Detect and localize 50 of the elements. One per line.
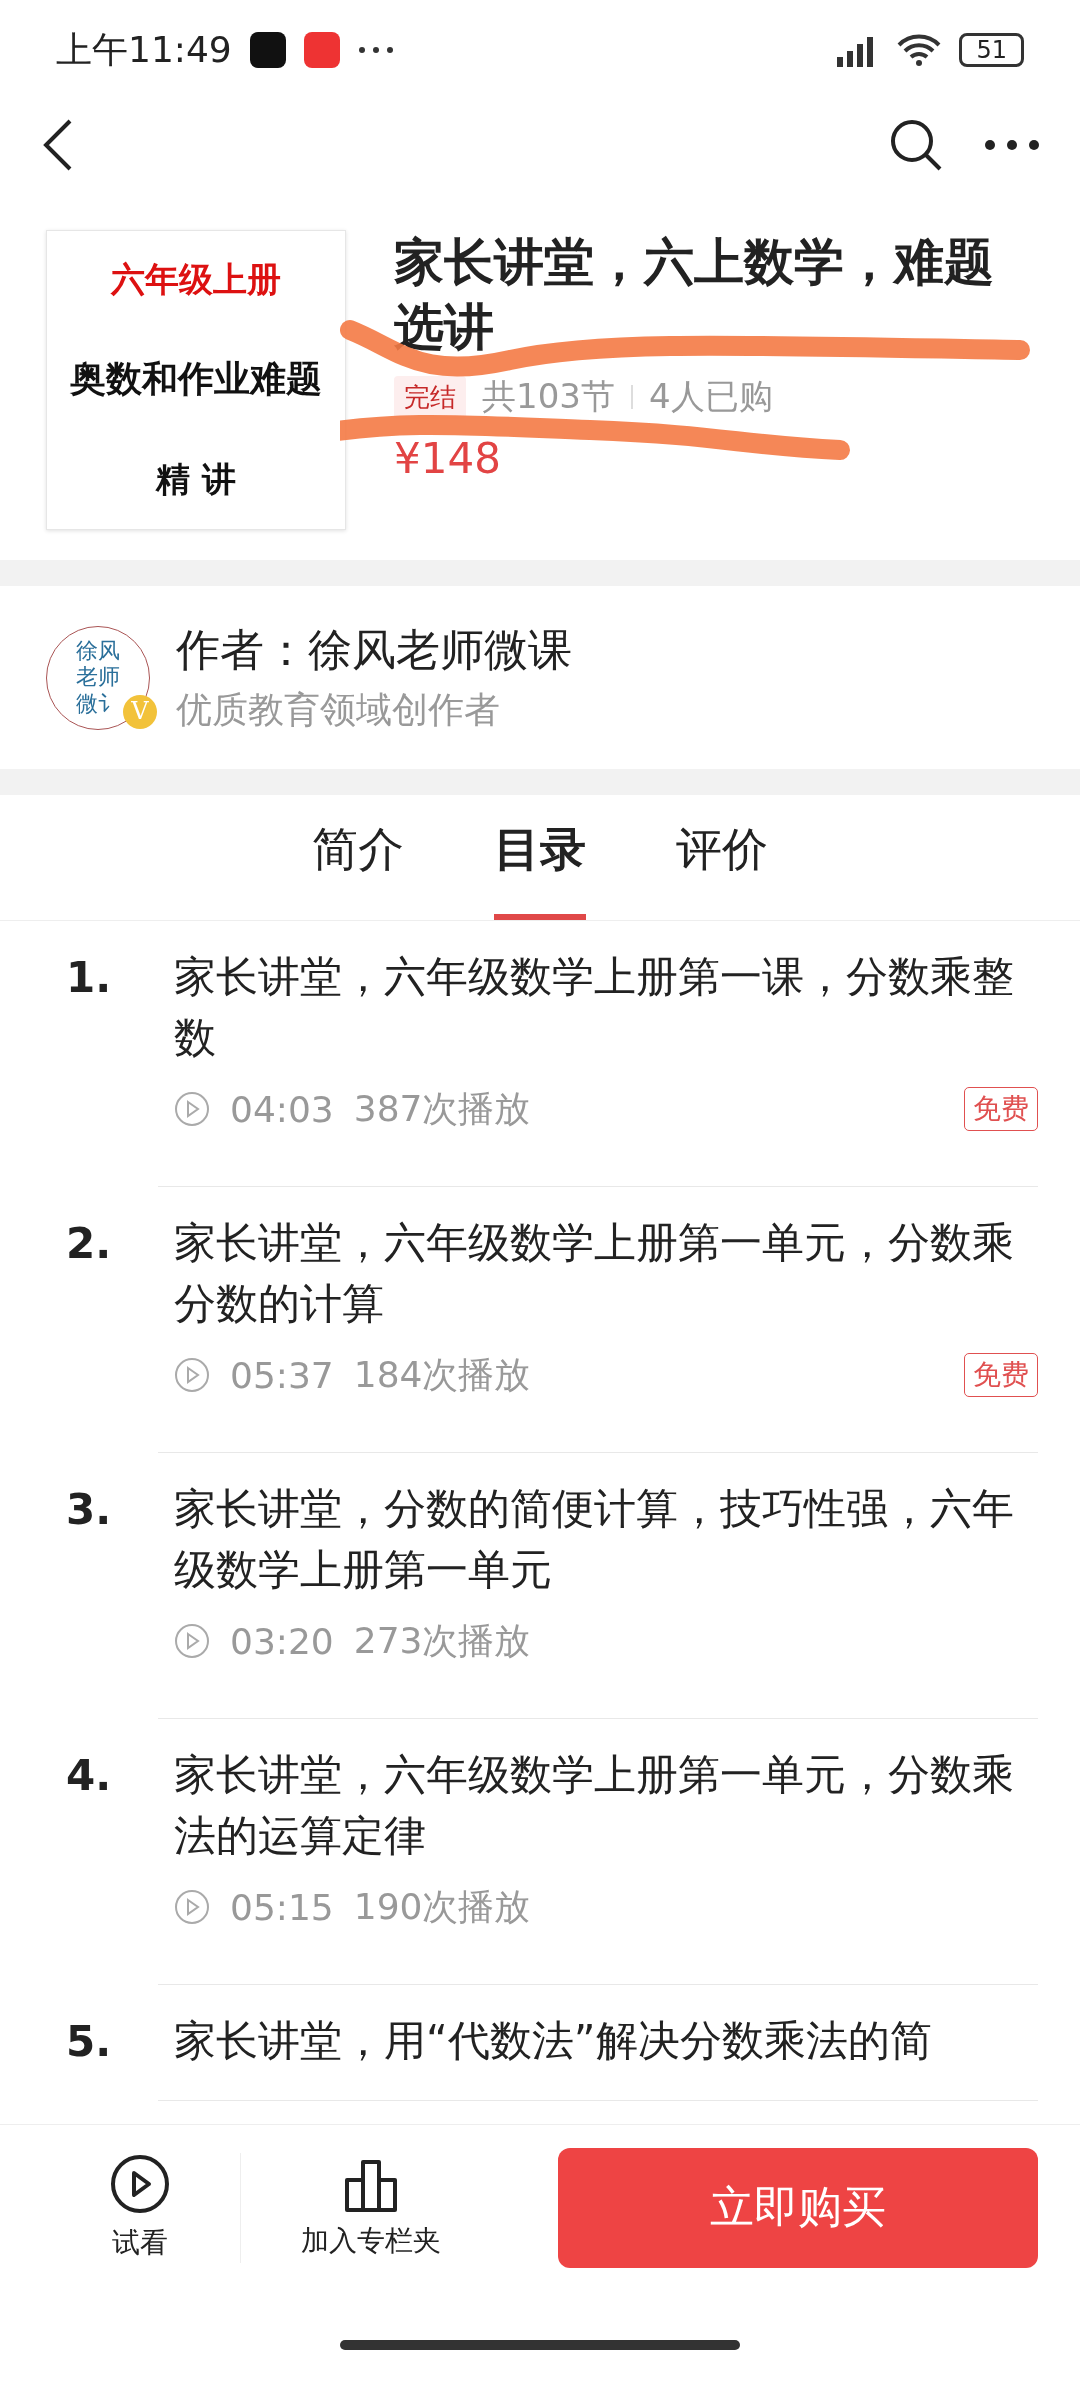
- free-tag: 免费: [964, 1087, 1038, 1132]
- play-icon: [174, 1623, 210, 1660]
- lesson-duration: 04:03: [230, 1088, 334, 1130]
- play-count: 273次播放: [353, 1618, 531, 1663]
- battery-icon: 51: [959, 33, 1024, 67]
- play-icon: [110, 2153, 170, 2214]
- tab[interactable]: 简介: [312, 795, 404, 920]
- course-price: ¥148: [394, 434, 502, 483]
- lesson-title[interactable]: 家长讲堂，分数的简便计算，技巧性强，六年级数学上册第一单元: [158, 1479, 1038, 1601]
- lesson-number: 1.: [66, 952, 113, 1004]
- buyer-count: 4人已购: [648, 375, 773, 418]
- collect-button[interactable]: 加入专栏夹: [241, 2154, 501, 2261]
- more-icon[interactable]: [984, 139, 1040, 151]
- lesson-number: 4.: [66, 1750, 113, 1802]
- more-icon: [357, 46, 394, 54]
- lesson-count: 共103节: [482, 375, 615, 418]
- status-time: 上午11:49: [56, 27, 232, 72]
- status-badge: 完结: [394, 375, 466, 419]
- author-subtitle: 优质教育领域创作者: [176, 687, 501, 732]
- lesson-title[interactable]: 家长讲堂，用“代数法”解决分数乘法的简: [158, 2011, 1038, 2072]
- cover-text: 奥数和作业难题: [70, 356, 322, 402]
- lesson-duration: 03:20: [230, 1620, 334, 1662]
- tab[interactable]: 评价: [676, 795, 768, 920]
- buy-button[interactable]: 立即购买: [558, 2147, 1038, 2268]
- lesson-duration: 05:15: [230, 1886, 334, 1928]
- lesson-number: 5.: [66, 2016, 113, 2068]
- lesson-number: 3.: [66, 1484, 113, 1536]
- search-icon[interactable]: [888, 117, 944, 173]
- play-icon: [174, 1357, 210, 1394]
- cover-text: 精 讲: [156, 457, 236, 501]
- app-icon: [303, 32, 340, 68]
- wifi-icon: [897, 33, 942, 67]
- free-tag: 免费: [964, 1353, 1038, 1398]
- lesson-duration: 05:37: [230, 1354, 334, 1396]
- cover-text: 六年级上册: [111, 258, 281, 302]
- course-title: 家长讲堂，六上数学，难题选讲: [394, 232, 994, 358]
- author-name: 作者：徐风老师微课: [176, 622, 572, 677]
- lesson-title[interactable]: 家长讲堂，六年级数学上册第一单元，分数乘法的运算定律: [158, 1745, 1038, 1867]
- verified-badge: V: [123, 694, 157, 729]
- play-count: 184次播放: [353, 1352, 531, 1397]
- play-icon: [174, 1889, 210, 1926]
- preview-button[interactable]: 试看: [40, 2152, 240, 2263]
- lesson-number: 2.: [66, 1218, 113, 1270]
- tab[interactable]: 目录: [494, 795, 586, 920]
- play-count: 190次播放: [353, 1884, 531, 1929]
- play-count: 387次播放: [353, 1086, 531, 1131]
- lesson-title[interactable]: 家长讲堂，六年级数学上册第一课，分数乘整数: [158, 947, 1038, 1069]
- lesson-title[interactable]: 家长讲堂，六年级数学上册第一单元，分数乘分数的计算: [158, 1213, 1038, 1335]
- play-icon: [174, 1091, 210, 1128]
- app-icon: [249, 32, 286, 68]
